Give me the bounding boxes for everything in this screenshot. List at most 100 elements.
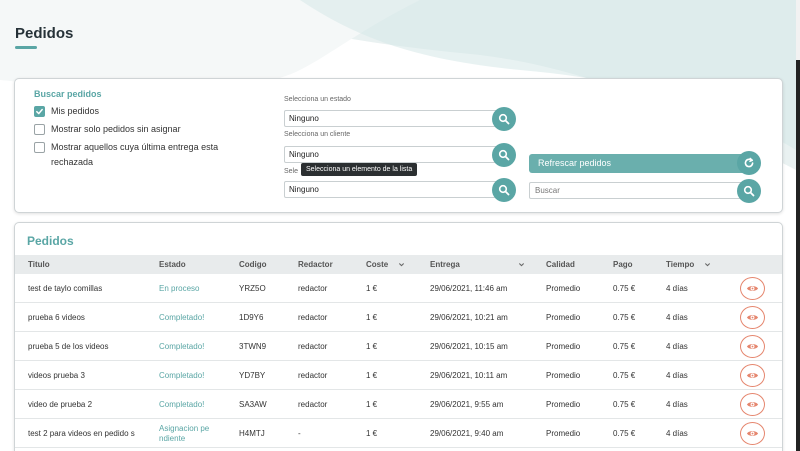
- chevron-down-icon: [705, 263, 711, 267]
- checkbox-unassigned[interactable]: Mostrar solo pedidos sin asignar: [34, 124, 181, 137]
- view-order-button[interactable]: [740, 277, 765, 300]
- checkbox-label: Mostrar solo pedidos sin asignar: [51, 124, 181, 134]
- view-order-button[interactable]: [740, 306, 765, 329]
- cell-pago: 0.75 €: [613, 312, 636, 322]
- column-header-label: Entrega: [430, 260, 460, 269]
- column-header-titulo[interactable]: Titulo: [28, 255, 50, 274]
- chevron-down-icon: [518, 263, 525, 267]
- cell-coste: 1 €: [366, 283, 378, 293]
- title-underline: [15, 46, 37, 49]
- cell-redactor: -: [298, 428, 301, 438]
- cell-codigo: 3TWN9: [239, 341, 267, 351]
- cell-tiempo: 4 días: [666, 312, 688, 322]
- scrollbar-thumb[interactable]: [796, 60, 800, 451]
- checkbox-my-orders[interactable]: Mis pedidos: [34, 106, 99, 119]
- view-order-button[interactable]: [740, 335, 765, 358]
- column-header-codigo[interactable]: Codigo: [239, 255, 267, 274]
- cell-pago: 0.75 €: [613, 370, 636, 380]
- cliente-search-button[interactable]: [492, 143, 516, 167]
- cell-entrega: 29/06/2021, 10:15 am: [430, 341, 508, 351]
- estado-search-button[interactable]: [492, 107, 516, 131]
- table-header: Titulo Estado Codigo Redactor Coste Entr…: [15, 255, 782, 274]
- cell-entrega: 29/06/2021, 10:21 am: [430, 312, 508, 322]
- cell-codigo: YRZ5O: [239, 283, 266, 293]
- search-button[interactable]: [737, 179, 761, 203]
- cell-codigo: SA3AW: [239, 399, 267, 409]
- column-header-entrega[interactable]: Entrega: [430, 255, 525, 274]
- checkbox-label: Mis pedidos: [51, 106, 100, 116]
- refresh-orders-button[interactable]: Refrescar pedidos: [529, 154, 749, 173]
- eye-icon: [746, 315, 759, 320]
- view-order-button[interactable]: [740, 364, 765, 387]
- view-order-button[interactable]: [740, 422, 765, 445]
- checkbox-checked[interactable]: [34, 106, 45, 117]
- cell-titulo: prueba 6 videos: [28, 312, 85, 322]
- eye-icon: [746, 344, 759, 349]
- cell-calidad: Promedio: [546, 312, 581, 322]
- cell-calidad: Promedio: [546, 428, 581, 438]
- cell-coste: 1 €: [366, 370, 378, 380]
- cell-titulo: video de prueba 2: [28, 399, 93, 409]
- chevron-down-icon: [399, 263, 405, 267]
- column-header-pago[interactable]: Pago: [613, 255, 633, 274]
- cell-tiempo: 4 días: [666, 399, 688, 409]
- search-icon: [498, 149, 510, 161]
- check-icon: [36, 108, 43, 115]
- cell-redactor: redactor: [298, 399, 328, 409]
- cell-redactor: redactor: [298, 341, 328, 351]
- view-order-button[interactable]: [740, 393, 765, 416]
- cell-estado: Completado!: [159, 341, 205, 351]
- table-row[interactable]: test de taylo comillas En proceso YRZ5O …: [15, 274, 782, 303]
- cell-pago: 0.75 €: [613, 341, 636, 351]
- refresh-icon: [744, 157, 754, 168]
- table-row[interactable]: test 2 para videos en pedido s Asignacio…: [15, 419, 782, 448]
- checkbox-label: Mostrar aquellos cuya última entrega est…: [51, 142, 219, 167]
- column-header-estado[interactable]: Estado: [159, 255, 186, 274]
- cell-pago: 0.75 €: [613, 428, 636, 438]
- table-row[interactable]: prueba 6 videos Completado! 1D9Y6 redact…: [15, 303, 782, 332]
- checkbox-unchecked[interactable]: [34, 124, 45, 135]
- refresh-icon-button[interactable]: [737, 151, 761, 175]
- estado-select[interactable]: Ninguno: [284, 110, 504, 127]
- column-header-redactor[interactable]: Redactor: [298, 255, 333, 274]
- cell-tiempo: 4 días: [666, 283, 688, 293]
- eye-icon: [746, 402, 759, 407]
- cell-estado: Completado!: [159, 370, 205, 380]
- cell-entrega: 29/06/2021, 10:11 am: [430, 370, 508, 380]
- estado-label: Selecciona un estado: [284, 96, 351, 103]
- cell-pago: 0.75 €: [613, 399, 636, 409]
- cell-calidad: Promedio: [546, 341, 581, 351]
- cell-tiempo: 4 días: [666, 370, 688, 380]
- table-row[interactable]: prueba 5 de los videos Completado! 3TWN9…: [15, 332, 782, 361]
- cell-redactor: redactor: [298, 370, 328, 380]
- search-icon: [743, 185, 755, 197]
- cell-entrega: 29/06/2021, 9:55 am: [430, 399, 504, 409]
- filter-heading: Buscar pedidos: [34, 89, 102, 99]
- cell-calidad: Promedio: [546, 370, 581, 380]
- cell-titulo: test de taylo comillas: [28, 283, 103, 293]
- cell-calidad: Promedio: [546, 399, 581, 409]
- cell-coste: 1 €: [366, 428, 378, 438]
- cell-estado: Completado!: [159, 399, 205, 409]
- column-header-label: Coste: [366, 260, 389, 269]
- cell-titulo: videos prueba 3: [28, 370, 85, 380]
- orders-title: Pedidos: [27, 234, 74, 248]
- cell-codigo: H4MTJ: [239, 428, 265, 438]
- table-row[interactable]: videos prueba 3 Completado! YD7BY redact…: [15, 361, 782, 390]
- cell-entrega: 29/06/2021, 9:40 am: [430, 428, 504, 438]
- cell-coste: 1 €: [366, 399, 378, 409]
- table-row[interactable]: video de prueba 2 Completado! SA3AW reda…: [15, 390, 782, 419]
- orders-panel: Pedidos Titulo Estado Codigo Redactor Co…: [14, 222, 783, 451]
- column-header-calidad[interactable]: Calidad: [546, 255, 575, 274]
- cliente-select[interactable]: Ninguno: [284, 146, 504, 163]
- cell-tiempo: 4 días: [666, 428, 688, 438]
- third-search-button[interactable]: [492, 178, 516, 202]
- cell-estado: Asignacion pe ndiente: [159, 423, 210, 443]
- search-input[interactable]: Buscar: [529, 182, 749, 199]
- column-header-coste[interactable]: Coste: [366, 255, 405, 274]
- cell-pago: 0.75 €: [613, 283, 636, 293]
- checkbox-unchecked[interactable]: [34, 142, 45, 153]
- checkbox-rejected[interactable]: Mostrar aquellos cuya última entrega est…: [34, 142, 244, 170]
- third-select[interactable]: Ninguno: [284, 181, 504, 198]
- column-header-tiempo[interactable]: Tiempo: [666, 255, 711, 274]
